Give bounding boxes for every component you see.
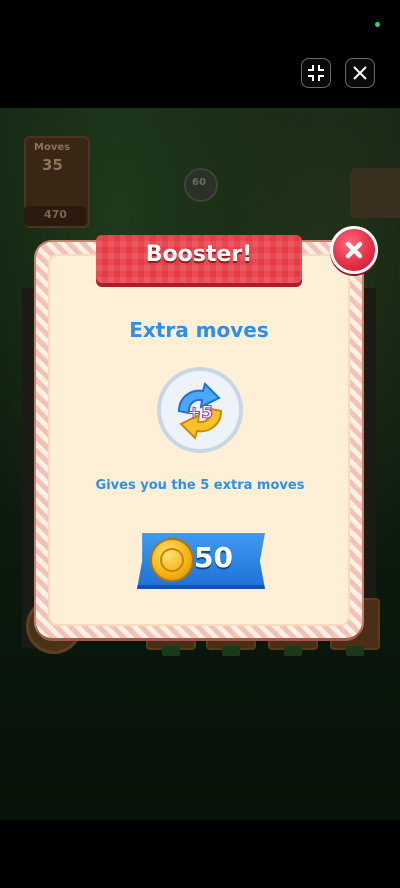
booster-slot-tag	[346, 646, 364, 656]
moves-value: 35	[42, 156, 63, 174]
icon-badge: +5	[187, 403, 213, 423]
board-edge-right	[360, 288, 376, 648]
game-screen: Moves 35 470 60 Booster! Extra moves +5 …	[0, 0, 400, 888]
target-badge: 60	[184, 168, 218, 202]
booster-description: Gives you the 5 extra moves	[95, 478, 305, 493]
booster-slot-tag	[222, 646, 240, 656]
dialog-title: Booster!	[145, 242, 253, 267]
price-value: 50	[194, 541, 233, 574]
booster-slot-tag	[162, 646, 180, 656]
booster-name: Extra moves	[129, 318, 269, 342]
title-ribbon: Booster!	[86, 235, 312, 283]
extra-moves-icon: +5	[177, 382, 223, 440]
booster-slot-tag	[284, 646, 302, 656]
close-game-button[interactable]	[345, 58, 375, 88]
target-value: 60	[192, 177, 206, 188]
compress-icon	[308, 65, 324, 81]
x-icon	[353, 66, 367, 80]
coin-icon	[150, 538, 194, 582]
booster-icon: +5	[157, 367, 243, 453]
score-value: 470	[44, 208, 67, 221]
x-icon	[345, 241, 363, 259]
background-house	[350, 168, 400, 218]
exit-fullscreen-button[interactable]	[301, 58, 331, 88]
moves-label: Moves	[34, 142, 71, 153]
status-indicator	[375, 22, 380, 27]
score-counter: 470	[24, 206, 86, 226]
dialog-close-button[interactable]	[330, 226, 378, 274]
coin-inner	[160, 548, 184, 572]
